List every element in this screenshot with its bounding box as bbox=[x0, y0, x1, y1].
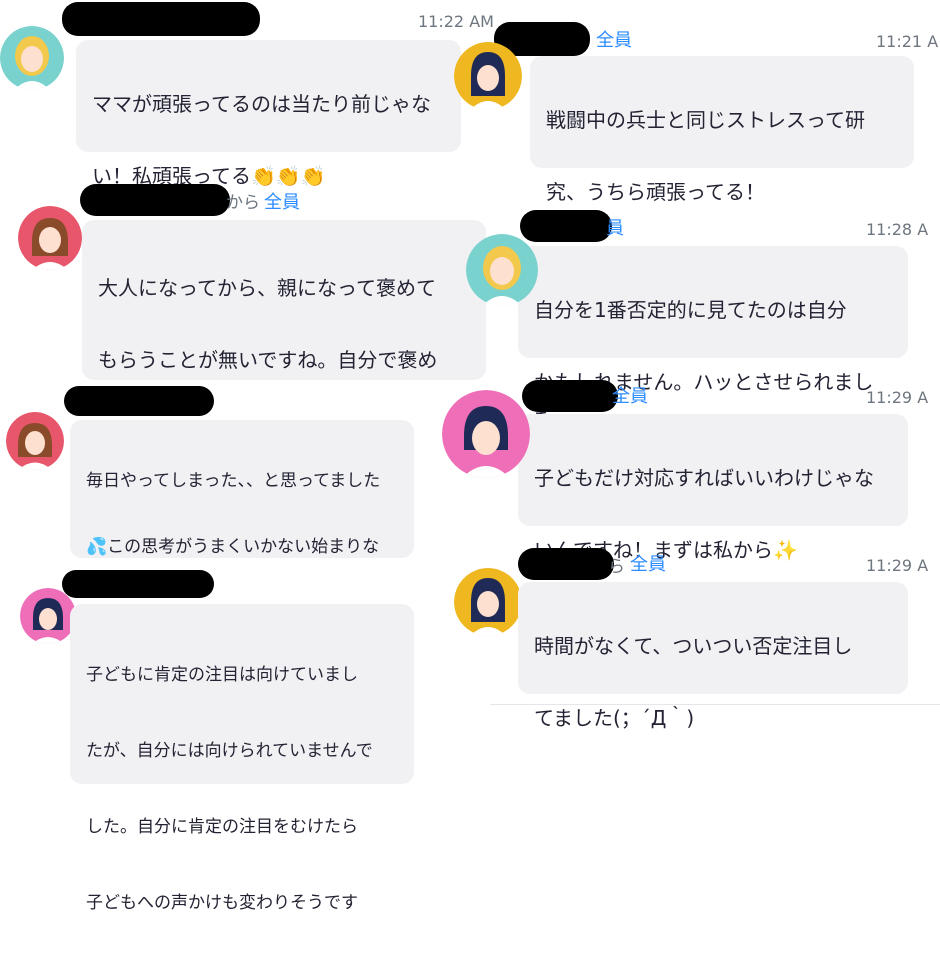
divider bbox=[490, 704, 940, 705]
message-line: 💦この思考がうまくいかない始まりな bbox=[86, 537, 380, 557]
recipient-label[interactable]: 員 bbox=[606, 218, 624, 240]
redacted-sender-name bbox=[62, 570, 214, 598]
message-line: 大人になってから、親になって褒めて bbox=[98, 276, 436, 300]
message-time: 11:21 A bbox=[876, 32, 939, 51]
message-time: 11:22 AM bbox=[418, 12, 494, 31]
message-line: 子どもへの声かけも変わりそうです bbox=[86, 893, 358, 913]
message-bubble: 子どもだけ対応すればいいわけじゃな いんですね！まずは私から✨ bbox=[518, 414, 908, 562]
recipient-prefix: から bbox=[226, 193, 260, 213]
message-line: てました(；´Д｀) bbox=[534, 706, 695, 730]
message-bubble: ママが頑張ってるのは当たり前じゃな い！私頑張ってる👏👏👏 bbox=[76, 40, 461, 188]
message-line: 毎日やってしまった、、と思ってました bbox=[86, 471, 381, 491]
message-bubble: 時間がなくて、ついつい否定注目し てました(；´Д｀) bbox=[518, 582, 908, 730]
message-time: 11:29 A bbox=[866, 388, 929, 407]
message-line: 子どもだけ対応すればいいわけじゃな bbox=[534, 466, 874, 490]
message-bubble: 自分を1番否定的に見てたのは自分 かもしれません。ハッとさせられました bbox=[518, 246, 908, 430]
avatar bbox=[454, 42, 522, 110]
message-line: ママが頑張ってるのは当たり前じゃな bbox=[92, 92, 431, 116]
message-time: 11:29 A bbox=[866, 556, 929, 575]
message-line: 戦闘中の兵士と同じストレスって研 bbox=[546, 108, 865, 132]
recipient-label[interactable]: 全員 bbox=[596, 30, 632, 52]
message-bubble: 子どもに肯定の注目は向けていまし たが、自分には向けられていませんで した。自分… bbox=[70, 604, 414, 913]
avatar bbox=[18, 206, 82, 270]
recipient-label[interactable]: 全員 bbox=[612, 386, 648, 408]
message-line: 子どもに肯定の注目は向けていまし bbox=[86, 665, 358, 685]
message-line: たが、自分には向けられていませんで bbox=[86, 741, 373, 761]
message-line: 自分を1番否定的に見てたのは自分 bbox=[534, 298, 847, 322]
avatar bbox=[454, 568, 522, 636]
avatar bbox=[20, 588, 76, 644]
redacted-sender-name bbox=[518, 548, 614, 580]
avatar bbox=[442, 390, 530, 478]
message-line: した。自分に肯定の注目をむけたら bbox=[86, 817, 358, 837]
recipient-label[interactable]: 全員 bbox=[630, 554, 666, 576]
message-line: もらうことが無いですね。自分で褒め bbox=[98, 348, 438, 372]
avatar bbox=[0, 26, 64, 90]
recipient-prefix: ら bbox=[608, 557, 625, 577]
redacted-sender-name bbox=[520, 210, 612, 242]
redacted-sender-name bbox=[62, 2, 260, 36]
redacted-sender-name bbox=[522, 380, 618, 412]
message-line: 時間がなくて、ついつい否定注目し bbox=[534, 634, 853, 658]
message-time: 11:28 A bbox=[866, 220, 929, 239]
message-bubble: 大人になってから、親になって褒めて もらうことが無いですね。自分で褒め たいと思… bbox=[82, 220, 486, 444]
redacted-sender-name bbox=[80, 184, 230, 216]
redacted-sender-name bbox=[64, 386, 214, 416]
avatar bbox=[466, 234, 538, 306]
message-line: 究、うちら頑張ってる！ bbox=[546, 180, 765, 204]
message-bubble: 毎日やってしまった、、と思ってました 💦この思考がうまくいかない始まりな んです… bbox=[70, 420, 414, 623]
avatar bbox=[6, 412, 64, 470]
recipient-label[interactable]: 全員 bbox=[264, 192, 300, 214]
message-bubble: 戦闘中の兵士と同じストレスって研 究、うちら頑張ってる！ bbox=[530, 56, 914, 204]
